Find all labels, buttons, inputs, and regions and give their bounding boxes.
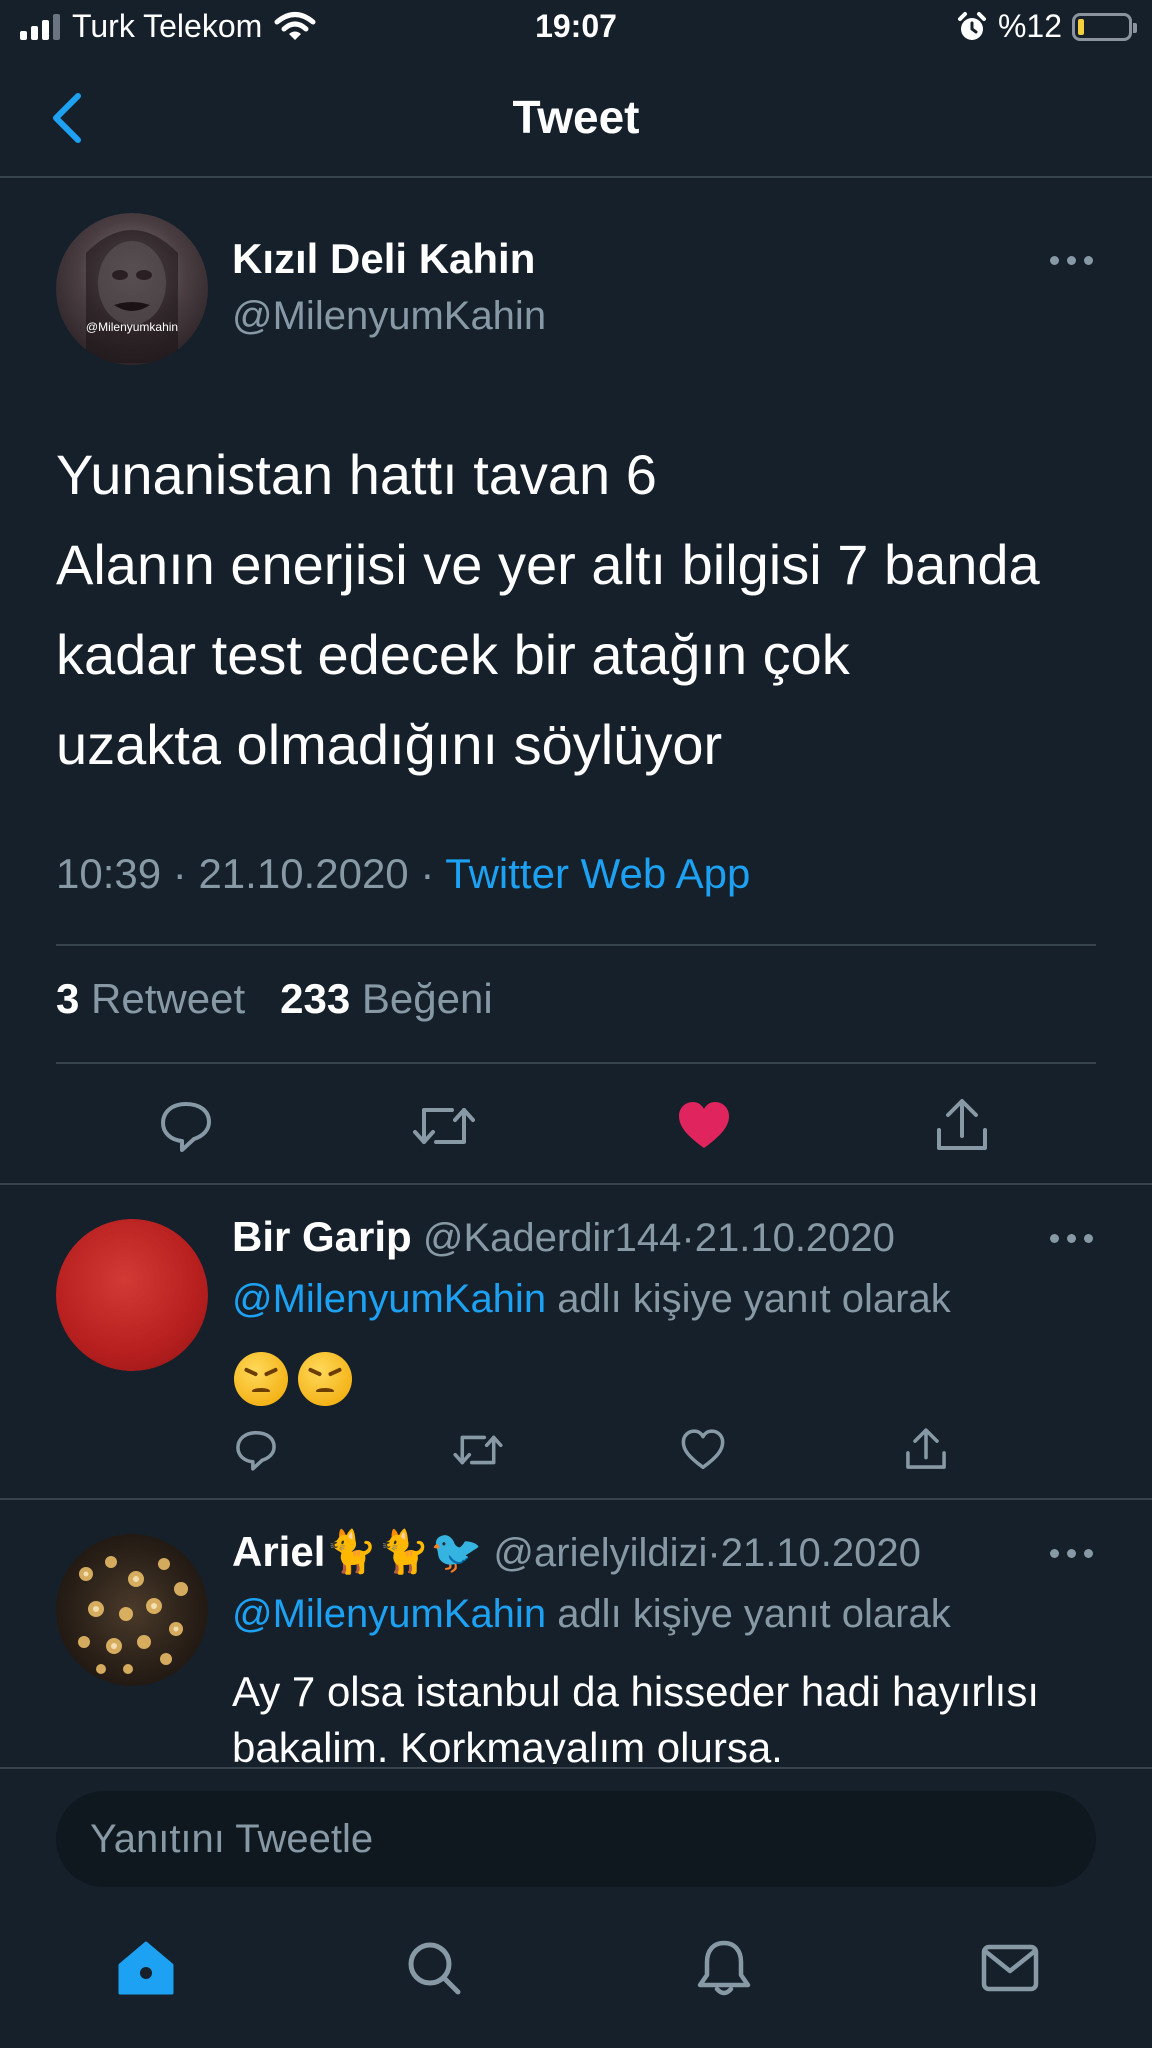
more-options-icon[interactable] [1050, 256, 1094, 268]
reply-header: Ariel🐈🐈🐦 @arielyildizi·21.10.2020 [232, 1528, 921, 1577]
reply-button[interactable] [158, 1098, 214, 1154]
meta-separator: · [172, 850, 187, 897]
page-title: Tweet [512, 91, 640, 143]
reply-author-handle[interactable]: @arielyildizi [493, 1531, 707, 1575]
reply-date: 21.10.2020 [720, 1531, 921, 1575]
share-icon [906, 1428, 946, 1469]
more-options-icon[interactable] [1050, 1234, 1094, 1246]
retweet-icon [413, 1108, 475, 1144]
author-avatar-image: @Milenyumkahin [86, 230, 178, 363]
share-icon [937, 1099, 987, 1150]
replying-to: @MilenyumKahin adlı kişiye yanıt olarak [232, 1277, 951, 1322]
mention-link[interactable]: @MilenyumKahin [232, 1277, 546, 1321]
meta-separator: · [420, 850, 435, 897]
heart-outline-icon [681, 1429, 725, 1470]
alarm-icon [957, 11, 986, 40]
tweet-meta: 10:39 · 21.10.2020 · Twitter Web App [56, 850, 750, 898]
divider [56, 944, 1096, 946]
battery-percent: %12 [997, 8, 1062, 44]
notifications-icon[interactable] [694, 1937, 754, 1999]
lanterns-image [78, 1556, 188, 1674]
messages-icon[interactable] [980, 1941, 1040, 1995]
reply-text: Ay 7 olsa istanbul da hisseder hadi hayı… [232, 1664, 1132, 1764]
author-handle[interactable]: @MilenyumKahin [232, 294, 546, 339]
like-label: Beğeni [361, 975, 493, 1022]
tweet-time: 10:39 [56, 850, 162, 897]
retweet-button[interactable] [412, 1098, 476, 1154]
like-button[interactable] [676, 1098, 732, 1154]
retweets-stat[interactable]: 3 Retweet [56, 975, 245, 1022]
tweet-detail-screen: Turk Telekom 19:07 %12 Tweet @Milenyumka… [0, 0, 1152, 2048]
retweet-label: Retweet [91, 975, 246, 1022]
reply-suffix: adlı kişiye yanıt olarak [557, 1592, 951, 1636]
meta-separator: · [707, 1531, 721, 1575]
status-right: %12 [956, 8, 1137, 45]
heart-filled-icon [679, 1102, 729, 1148]
mention-link[interactable]: @MilenyumKahin [232, 1592, 546, 1636]
divider [0, 1498, 1152, 1500]
reply-text [234, 1348, 362, 1406]
reply-icon [236, 1430, 276, 1471]
retweet-button[interactable] [452, 1428, 504, 1472]
reply-author-name[interactable]: Bir Garip [232, 1213, 412, 1260]
divider [0, 1183, 1152, 1185]
share-button[interactable] [904, 1426, 948, 1472]
tweet-source-link[interactable]: Twitter Web App [445, 850, 750, 897]
persevering-face-emoji [234, 1351, 288, 1406]
tweet-text-line: uzakta olmadığını söylüyor [56, 713, 723, 776]
reply-author-name[interactable]: Ariel [232, 1528, 325, 1575]
battery-icon [1072, 12, 1137, 41]
retweet-count: 3 [56, 975, 80, 1022]
tweet-text-line: Yunanistan hattı tavan 6 [56, 443, 657, 506]
divider [56, 1062, 1096, 1064]
reply-compose-input[interactable]: Yanıtını Tweetle [56, 1791, 1096, 1887]
tweet-text-line: Alanın enerjisi ve yer altı bilgisi 7 ba… [56, 533, 1040, 596]
reply-text-line: Ay 7 olsa istanbul da hisseder hadi hayı… [232, 1668, 1040, 1715]
like-button[interactable] [681, 1428, 725, 1472]
tweet-text-line: kadar test edecek bir atağın çok [56, 623, 850, 686]
tab-bar [0, 1917, 1152, 2017]
more-options-icon[interactable] [1050, 1549, 1094, 1561]
reply-author-handle[interactable]: @Kaderdir144 [423, 1216, 682, 1260]
reply-icon [161, 1102, 211, 1152]
author-name[interactable]: Kızıl Deli Kahin [232, 235, 535, 283]
status-bar: Turk Telekom 19:07 %12 [0, 0, 1152, 60]
reply-header: Bir Garip @Kaderdir144·21.10.2020 [232, 1213, 895, 1261]
meta-separator: · [681, 1216, 695, 1260]
home-icon[interactable] [116, 1939, 176, 1997]
author-avatar[interactable]: @Milenyumkahin [56, 213, 208, 365]
reply-button[interactable] [234, 1428, 278, 1472]
svg-text:@Milenyumkahin: @Milenyumkahin [86, 320, 178, 334]
persevering-face-emoji [298, 1351, 352, 1406]
like-count: 233 [280, 975, 351, 1022]
retweet-icon [453, 1435, 503, 1465]
likes-stat[interactable]: 233 Beğeni [280, 975, 493, 1022]
tweet-stats: 3 Retweet 233 Beğeni [56, 975, 493, 1023]
share-button[interactable] [934, 1096, 990, 1154]
top-nav-bar: Tweet [0, 60, 1152, 178]
reply-suffix: adlı kişiye yanıt olarak [557, 1277, 951, 1321]
tweet-text: Yunanistan hattı tavan 6 Alanın enerjisi… [56, 430, 1116, 790]
replying-to: @MilenyumKahin adlı kişiye yanıt olarak [232, 1592, 951, 1637]
reply-avatar[interactable] [56, 1534, 208, 1686]
reply-text-line: bakalim. Korkmayalım olursa. [232, 1724, 783, 1764]
search-icon[interactable] [404, 1939, 464, 1997]
bottom-panel: Yanıtını Tweetle [0, 1767, 1152, 2048]
reply-avatar[interactable] [56, 1219, 208, 1371]
reply-date: 21.10.2020 [694, 1216, 895, 1260]
name-emoji: 🐈🐈🐦 [325, 1528, 483, 1575]
battery-level-fill [1078, 18, 1084, 35]
tweet-date: 21.10.2020 [198, 850, 409, 897]
